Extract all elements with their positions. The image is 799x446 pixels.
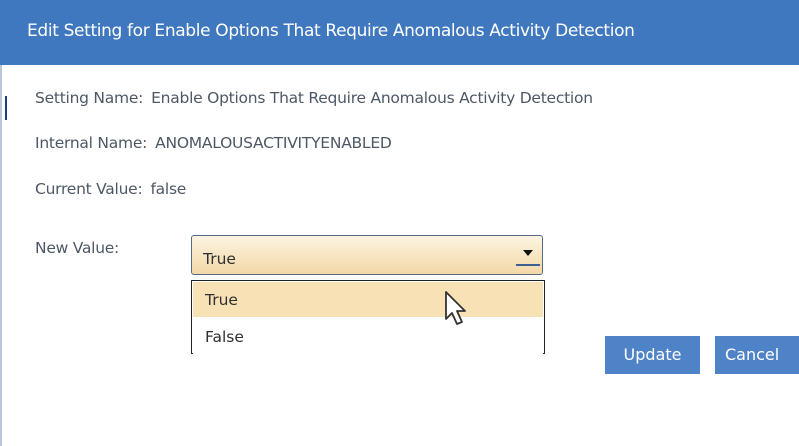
dropdown-option-false[interactable]: False	[193, 319, 543, 354]
edit-setting-dialog: Edit Setting for Enable Options That Req…	[0, 0, 799, 446]
update-button[interactable]: Update	[605, 336, 700, 374]
cancel-button[interactable]: Cancel	[715, 336, 799, 374]
setting-name-label: Setting Name:	[35, 89, 144, 107]
current-value-label: Current Value:	[35, 180, 143, 198]
mouse-pointer-icon	[445, 291, 466, 325]
dialog-left-border	[0, 65, 2, 446]
dialog-title: Edit Setting for Enable Options That Req…	[27, 21, 635, 41]
new-value-dropdown-list: True False	[191, 280, 545, 354]
setting-name-row: Setting Name: Enable Options That Require…	[35, 89, 593, 107]
dropdown-option-true-label: True	[205, 291, 238, 309]
internal-name-value: ANOMALOUSACTIVITYENABLED	[155, 134, 392, 152]
left-edge-marker	[5, 96, 7, 120]
new-value-select[interactable]: True	[191, 235, 543, 275]
dropdown-option-true[interactable]: True	[193, 282, 543, 317]
current-value-value: false	[150, 180, 187, 198]
dialog-titlebar: Edit Setting for Enable Options That Req…	[0, 0, 799, 65]
dropdown-option-false-label: False	[205, 328, 244, 346]
internal-name-row: Internal Name: ANOMALOUSACTIVITYENABLED	[35, 134, 392, 152]
chevron-down-icon[interactable]	[516, 244, 540, 266]
new-value-selected: True	[203, 250, 236, 268]
setting-name-value: Enable Options That Require Anomalous Ac…	[151, 89, 593, 107]
current-value-row: Current Value: false	[35, 180, 186, 198]
internal-name-label: Internal Name:	[35, 134, 148, 152]
new-value-label: New Value:	[35, 239, 120, 257]
